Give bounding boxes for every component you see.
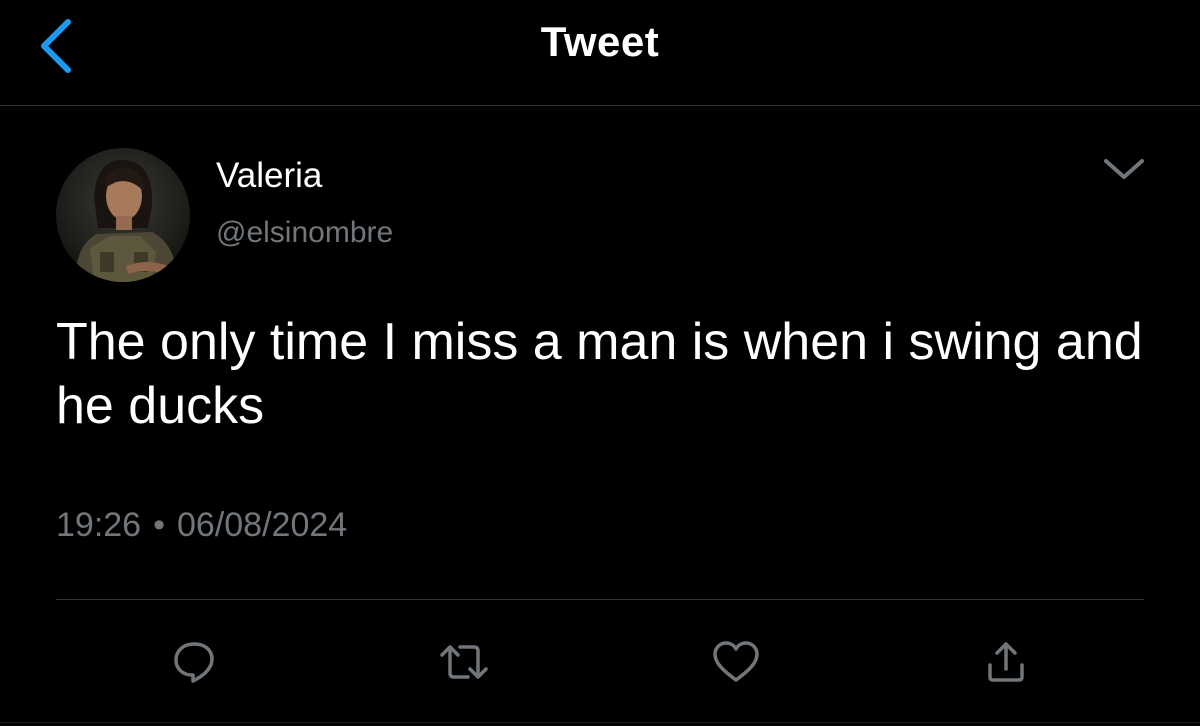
avatar[interactable]: [56, 148, 190, 282]
avatar-photo: [56, 148, 190, 282]
tweet-meta: 19:26 • 06/08/2024: [56, 506, 347, 545]
tweet-text: The only time I miss a man is when i swi…: [56, 313, 1143, 435]
reply-button[interactable]: [162, 630, 226, 694]
retweet-button[interactable]: [432, 630, 496, 694]
bottom-divider: [0, 722, 1200, 723]
like-button[interactable]: [704, 630, 768, 694]
actions-divider: [56, 599, 1144, 600]
share-icon: [988, 642, 1024, 682]
meta-separator: •: [153, 506, 165, 544]
heart-icon: [713, 641, 759, 682]
reply-icon: [174, 642, 214, 683]
tweet-date: 06/08/2024: [177, 506, 348, 544]
chevron-down-icon: [1104, 159, 1144, 179]
more-options-button[interactable]: [1094, 144, 1154, 194]
action-bar: [0, 630, 1200, 694]
share-button[interactable]: [974, 630, 1038, 694]
retweet-icon: [440, 645, 488, 679]
top-bar: Tweet: [0, 0, 1200, 106]
page-title: Tweet: [540, 18, 660, 65]
tweet-time: 19:26: [56, 506, 142, 544]
display-name[interactable]: Valeria: [216, 156, 322, 196]
user-handle[interactable]: @elsinombre: [216, 216, 393, 250]
